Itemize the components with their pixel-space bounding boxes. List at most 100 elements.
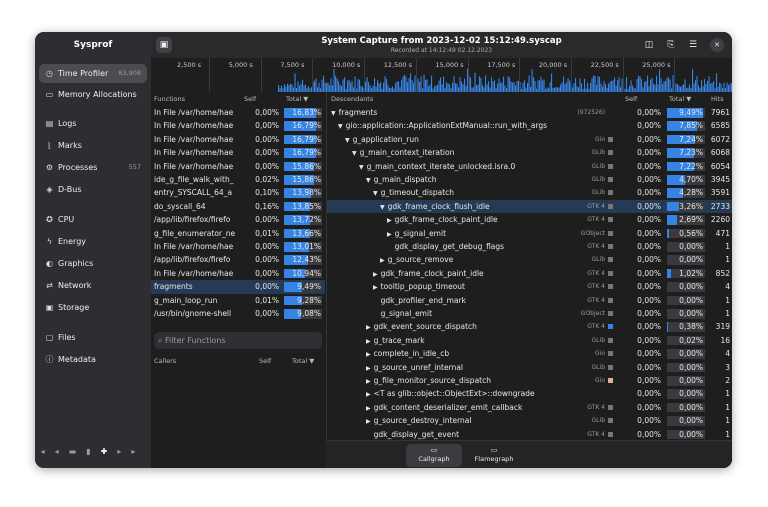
sidebar-item-cpu[interactable]: ✪ CPU	[39, 210, 147, 229]
tree-row[interactable]: ▶ gdk_content_deserializer_emit_callback G…	[327, 401, 732, 414]
sidebar-item-logs[interactable]: ▤ Logs	[39, 114, 147, 133]
total-column-header[interactable]: Total ▼	[286, 92, 308, 106]
zoom-reset-icon[interactable]: ▮	[86, 447, 100, 456]
descendants-column-header[interactable]: Descendants	[331, 92, 373, 106]
tree-row[interactable]: ▶gdk_display_get_eventGTK 40,00%0,00%1	[327, 428, 732, 441]
tree-row[interactable]: ▶ gdk_event_source_dispatch GTK 4 0,00% 0,38…	[327, 320, 732, 333]
function-row[interactable]: In File /var/home/hae 0,00% 13,01%	[151, 240, 325, 253]
function-row[interactable]: entry_SYSCALL_64_a 0,10% 13,98%	[151, 186, 325, 199]
functions-column-header[interactable]: Functions	[154, 92, 185, 106]
function-row[interactable]: g_file_enumerator_ne 0,01% 13,66%	[151, 227, 325, 240]
menu-button[interactable]: ☰	[685, 37, 701, 53]
rewind-icon[interactable]: ◂◂	[41, 447, 69, 456]
tree-row[interactable]: ▶ g_source_unref_internal GLib 0,00% 0,00% 3	[327, 361, 732, 374]
sidebar-item-marks[interactable]: ⌊ Marks	[39, 136, 147, 155]
expander-icon[interactable]: ▶	[387, 217, 392, 224]
expander-icon[interactable]: ▶	[373, 271, 378, 278]
function-row[interactable]: /app/lib/firefox/firefo 0,00% 13,72%	[151, 213, 325, 226]
tree-row[interactable]: ▼ g_main_dispatch GLib 0,00% 4,70% 3945	[327, 173, 732, 186]
expander-icon[interactable]: ▶	[380, 257, 385, 264]
callers-total-column-header[interactable]: Total ▼	[292, 354, 314, 368]
expander-icon[interactable]: ▼	[359, 164, 364, 171]
tab-callgraph[interactable]: ▭ Callgraph	[406, 444, 462, 467]
expander-icon[interactable]: ▼	[338, 123, 343, 130]
tab-flamegraph[interactable]: ▭ Flamegraph	[466, 444, 522, 467]
tree-row[interactable]: ▶ g_source_destroy_internal GLib 0,00% 0,00%…	[327, 414, 732, 427]
tree-row[interactable]: ▶ complete_in_idle_cb Gio 0,00% 0,00% 4	[327, 347, 732, 360]
hits-column-header[interactable]: Hits	[711, 92, 724, 106]
expander-icon[interactable]: ▼	[380, 204, 385, 211]
function-row[interactable]: In File /var/home/hae 0,00% 16,83%	[151, 106, 325, 119]
function-row[interactable]: g_main_loop_run 0,01% 9,28%	[151, 294, 325, 307]
filter-functions-input[interactable]: ⌕ Filter Functions	[154, 332, 322, 349]
tree-row[interactable]: ▼ g_main_context_iterate_unlocked.isra.0 G…	[327, 160, 732, 173]
expander-icon[interactable]: ▶	[387, 231, 392, 238]
tree-row[interactable]: ▶gdk_profiler_end_mark GTK 4 0,00% 0,00% 1	[327, 294, 732, 307]
tree-row[interactable]: ▶ gdk_frame_clock_paint_idle GTK 4 0,00% 1,0…	[327, 267, 732, 280]
tree-row[interactable]: ▶gdk_display_get_debug_flags GTK 4 0,00% 0,…	[327, 240, 732, 253]
tree-row[interactable]: ▶ g_signal_emit GObject 0,00% 0,56% 471	[327, 227, 732, 240]
tree-row[interactable]: ▼ g_application_run Gio 0,00% 7,24% 6072	[327, 133, 732, 146]
close-button[interactable]: ✕	[710, 38, 724, 52]
sidebar-item-files[interactable]: ▢ Files	[39, 328, 147, 347]
expander-icon[interactable]: ▶	[366, 365, 371, 372]
callers-column-header[interactable]: Callers	[154, 354, 176, 368]
sidebar-item-storage[interactable]: ▣ Storage	[39, 298, 147, 317]
expander-icon[interactable]: ▶	[366, 418, 371, 425]
expander-icon[interactable]: ▼	[345, 137, 350, 144]
zoom-out-icon[interactable]: ▬	[69, 447, 87, 456]
expander-icon[interactable]: ▼	[352, 150, 357, 157]
zoom-in-icon[interactable]: ✚	[101, 447, 118, 456]
tree-row[interactable]: ▼ gio::application::ApplicationExtManual:…	[327, 119, 732, 132]
sidebar-item-memory-allocations[interactable]: ▭ Memory Allocations	[39, 85, 147, 104]
expander-icon[interactable]: ▶	[366, 391, 371, 398]
callers-self-column-header[interactable]: Self	[259, 354, 271, 368]
function-row[interactable]: /usr/bin/gnome-shell 0,00% 9,08%	[151, 307, 325, 320]
function-row[interactable]: In File /var/home/hae 0,00% 15,86%	[151, 160, 325, 173]
function-row[interactable]: ide_g_file_walk_with_ 0,02% 15,86%	[151, 173, 325, 186]
tree-row[interactable]: ▶ g_trace_mark GLib 0,00% 0,02% 16	[327, 334, 732, 347]
document-button[interactable]: ⎘	[663, 37, 679, 53]
tree-row[interactable]: ▼ g_main_context_iteration GLib 0,00% 7,23% 6…	[327, 146, 732, 159]
tree-row[interactable]: ▼ gdk_frame_clock_flush_idle GTK 4 0,00% 3,2…	[327, 199, 732, 214]
desc-self-column-header[interactable]: Self	[625, 92, 637, 106]
desc-total-column-header[interactable]: Total ▼	[669, 92, 691, 106]
tree-row[interactable]: ▶ gdk_frame_clock_paint_idle GTK 4 0,00% 2,6…	[327, 213, 732, 226]
self-column-header[interactable]: Self	[244, 92, 256, 106]
function-row[interactable]: do_syscall_64 0,16% 13,85%	[151, 200, 325, 213]
panel-toggle-button[interactable]: ◫	[641, 37, 657, 53]
tree-row[interactable]: ▼ fragments (972526) 0,00% 9,49% 7961	[327, 106, 732, 119]
expander-icon[interactable]: ▶	[366, 378, 371, 385]
sidebar-item-metadata[interactable]: ⓘ Metadata	[39, 350, 147, 369]
sidebar-item-graphics[interactable]: ◐ Graphics	[39, 254, 147, 273]
expander-icon[interactable]: ▶	[366, 324, 371, 331]
tree-row[interactable]: ▶ <T as glib::object::ObjectExt>::downgra…	[327, 387, 732, 400]
expander-icon[interactable]: ▶	[366, 338, 371, 345]
function-row[interactable]: In File /var/home/hae 0,00% 16,79%	[151, 133, 325, 146]
tree-row[interactable]: ▶ g_source_remove GLib 0,00% 0,00% 1	[327, 253, 732, 266]
expander-icon[interactable]: ▼	[331, 110, 336, 117]
tree-row[interactable]: ▶ g_file_monitor_source_dispatch Gio 0,00% 0…	[327, 374, 732, 387]
function-row[interactable]: In File /var/home/hae 0,00% 16,79%	[151, 119, 325, 132]
function-row[interactable]: In File /var/home/hae 0,00% 16,79%	[151, 146, 325, 159]
function-row[interactable]: In File /var/home/hae 0,00% 10,94%	[151, 267, 325, 280]
expander-icon[interactable]: ▶	[373, 284, 378, 291]
forward-icon[interactable]: ▸▸	[117, 447, 145, 456]
expander-icon[interactable]: ▼	[373, 190, 378, 197]
expander-icon[interactable]: ▶	[366, 405, 371, 412]
sidebar-item-dbus[interactable]: ◈ D-Bus	[39, 180, 147, 199]
expander-icon[interactable]: ▶	[366, 351, 371, 358]
tree-row[interactable]: ▶g_signal_emit GObject 0,00% 0,00% 1	[327, 307, 732, 320]
sidebar-item-network[interactable]: ⇄ Network	[39, 276, 147, 295]
function-row[interactable]: /app/lib/firefox/firefo 0,00% 12,43%	[151, 253, 325, 266]
timeline[interactable]: 2,500 s 5,000 s 7,500 s 10,000 s 12,500 s 15,…	[151, 58, 732, 92]
tree-row[interactable]: ▼ g_timeout_dispatch GLib 0,00% 4,28% 3591	[327, 186, 732, 199]
sidebar-item-energy[interactable]: ϟ Energy	[39, 232, 147, 251]
sidebar-item-processes[interactable]: ⚙ Processes 557	[39, 158, 147, 177]
tree-row[interactable]: ▶ tooltip_popup_timeout GTK 4 0,00% 0,00% 4	[327, 280, 732, 293]
expander-icon[interactable]: ▼	[366, 177, 371, 184]
timeline-sample-bar	[684, 79, 686, 92]
sidebar-item-time-profiler[interactable]: ◷ Time Profiler 83,908	[39, 64, 147, 83]
timeline-sample-bar	[708, 76, 710, 92]
function-row[interactable]: fragments 0,00% 9,49%	[151, 280, 325, 294]
